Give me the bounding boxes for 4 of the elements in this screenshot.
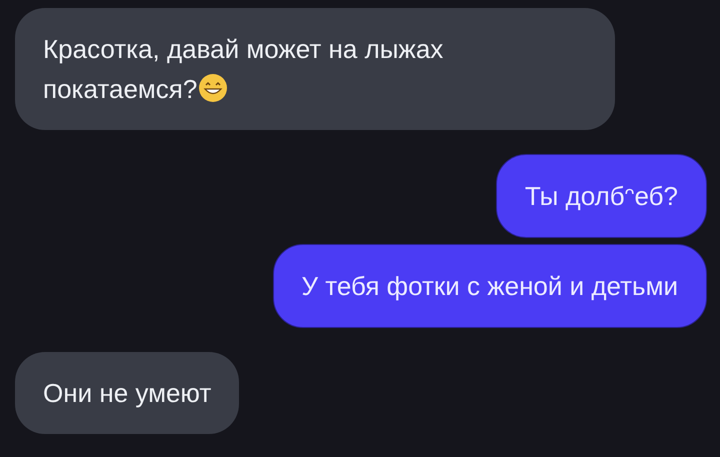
received-message: Красотка, давай может на лыжах покатаемся? [15,8,615,130]
received-message: Они не умеют [15,352,240,434]
sent-message: У тебя фотки с женой и детьми [272,244,707,328]
sent-message: Ты долбᵔеб? [496,154,707,238]
